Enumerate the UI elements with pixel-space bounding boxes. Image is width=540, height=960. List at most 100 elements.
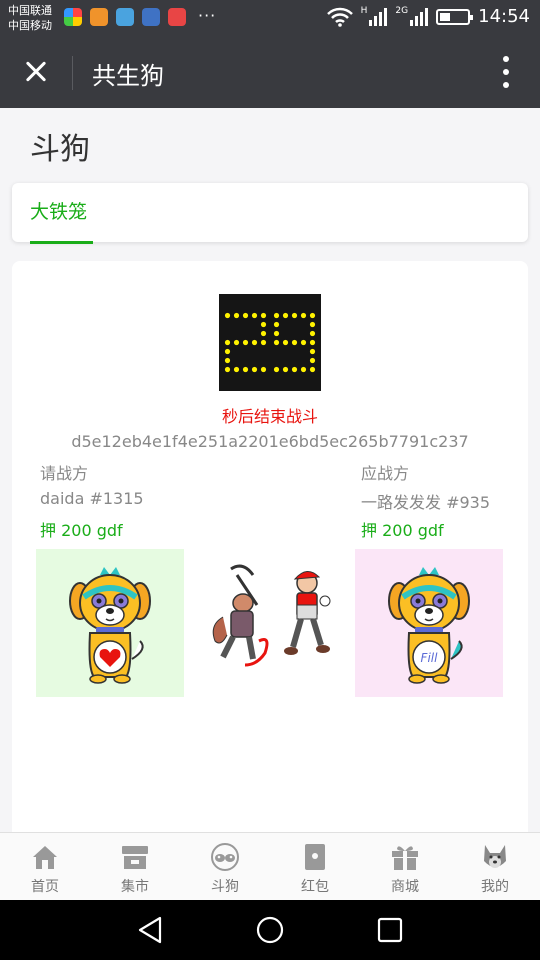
recent-apps-icon[interactable] bbox=[375, 915, 405, 945]
countdown-dot bbox=[242, 312, 249, 319]
menu-dot bbox=[503, 56, 509, 62]
countdown-dot bbox=[300, 312, 307, 319]
countdown-dot bbox=[309, 366, 316, 373]
countdown-timer bbox=[219, 294, 321, 391]
countdown-dot bbox=[291, 366, 298, 373]
countdown-display bbox=[224, 312, 316, 373]
countdown-dot bbox=[291, 339, 298, 346]
nav-market[interactable]: 集市 bbox=[90, 833, 180, 900]
signal-icon-2 bbox=[410, 7, 429, 26]
gift-icon bbox=[392, 846, 418, 870]
nav-mine[interactable]: 我的 bbox=[450, 833, 540, 900]
countdown-dot bbox=[291, 312, 298, 319]
countdown-dot bbox=[282, 312, 289, 319]
countdown-dot bbox=[273, 321, 280, 328]
countdown-dot bbox=[251, 339, 258, 346]
more-notifications: ··· bbox=[198, 6, 217, 25]
countdown-dot bbox=[224, 339, 231, 346]
countdown-dot bbox=[260, 330, 267, 337]
challenger-role: 请战方 bbox=[40, 464, 89, 483]
battle-card: 秒后结束战斗 d5e12eb4e1f4e251a2201e6bd5ec265b7… bbox=[12, 261, 528, 841]
status-bar: 中国联通 中国移动 ··· H 2G 14:54 bbox=[0, 0, 540, 36]
shield-app-icon bbox=[142, 8, 160, 26]
carrier-1: 中国联通 bbox=[8, 4, 52, 17]
title-bar: 共生狗 bbox=[0, 36, 540, 108]
countdown-dot bbox=[309, 348, 316, 355]
carrier-2: 中国移动 bbox=[8, 19, 52, 32]
alert-app-icon bbox=[168, 8, 186, 26]
dog-avatar-image: Fill bbox=[388, 567, 470, 684]
countdown-dot bbox=[273, 366, 280, 373]
countdown-dot bbox=[282, 339, 289, 346]
carrier-info: 中国联通 中国移动 bbox=[8, 3, 52, 33]
challenger-dog[interactable] bbox=[36, 549, 184, 697]
more-menu-button[interactable] bbox=[502, 56, 510, 88]
countdown-dot bbox=[233, 366, 240, 373]
status-indicators: H 2G 14:54 bbox=[326, 5, 530, 27]
battle-hash: d5e12eb4e1f4e251a2201e6bd5ec265b7791c237 bbox=[71, 432, 469, 451]
nav-home[interactable]: 首页 bbox=[0, 833, 90, 900]
countdown-dot bbox=[300, 366, 307, 373]
fighters-image bbox=[212, 564, 331, 667]
countdown-dot bbox=[233, 339, 240, 346]
countdown-dot bbox=[260, 321, 267, 328]
battle-animation bbox=[209, 561, 341, 676]
red-packet-icon bbox=[305, 844, 325, 870]
notification-icons bbox=[64, 8, 186, 26]
circle-app-icon bbox=[116, 8, 134, 26]
battle-end-text: 秒后结束战斗 bbox=[221, 407, 318, 426]
battery-icon bbox=[436, 8, 474, 25]
countdown-dot bbox=[309, 339, 316, 346]
clock: 14:54 bbox=[478, 6, 530, 27]
tab-active-indicator bbox=[30, 241, 93, 244]
countdown-dot bbox=[224, 366, 231, 373]
nav-label: 集市 bbox=[121, 879, 149, 895]
menu-dot bbox=[503, 82, 509, 88]
close-button[interactable] bbox=[18, 54, 54, 90]
countdown-dot bbox=[300, 339, 307, 346]
dog-fight-icon bbox=[211, 843, 239, 871]
page-title: 共生狗 bbox=[92, 62, 164, 90]
defender-bet: 押 200 gdf bbox=[361, 521, 444, 540]
countdown-dot bbox=[233, 312, 240, 319]
countdown-digit bbox=[224, 312, 267, 373]
back-icon[interactable] bbox=[136, 915, 166, 945]
shirt-text: Fill bbox=[421, 651, 439, 665]
countdown-dot bbox=[309, 321, 316, 328]
countdown-dot bbox=[273, 312, 280, 319]
nav-dog-fight[interactable]: 斗狗 bbox=[180, 833, 270, 900]
countdown-dot bbox=[251, 366, 258, 373]
nav-shop[interactable]: 商城 bbox=[360, 833, 450, 900]
network-type-1: H bbox=[360, 5, 368, 16]
nav-label: 首页 bbox=[31, 879, 59, 895]
nav-label: 商城 bbox=[391, 879, 419, 895]
home-circle-icon[interactable] bbox=[255, 915, 285, 945]
countdown-dot bbox=[224, 312, 231, 319]
defender-dog[interactable]: Fill bbox=[355, 549, 503, 697]
countdown-dot bbox=[309, 312, 316, 319]
tab-big-cage[interactable]: 大铁笼 bbox=[30, 197, 87, 224]
countdown-dot bbox=[309, 357, 316, 364]
countdown-dot bbox=[260, 312, 267, 319]
countdown-dot bbox=[224, 357, 231, 364]
countdown-dot bbox=[260, 339, 267, 346]
menu-dot bbox=[503, 69, 509, 75]
nav-label: 斗狗 bbox=[211, 879, 239, 895]
section-heading: 斗狗 bbox=[30, 132, 90, 167]
bottom-nav: 首页 集市 斗狗 红包 商城 我的 bbox=[0, 832, 540, 900]
dog-avatar-image bbox=[69, 567, 151, 684]
nav-label: 我的 bbox=[481, 879, 509, 895]
nav-red-packet[interactable]: 红包 bbox=[270, 833, 360, 900]
challenger-name: daida #1315 bbox=[40, 489, 144, 508]
system-nav-bar bbox=[0, 900, 540, 960]
countdown-digit bbox=[273, 312, 316, 373]
title-divider bbox=[72, 56, 73, 90]
home-icon bbox=[33, 846, 57, 869]
countdown-dot bbox=[242, 339, 249, 346]
market-icon bbox=[122, 846, 148, 869]
dog-avatar-icon bbox=[484, 845, 506, 868]
countdown-dot bbox=[273, 330, 280, 337]
network-type-2: 2G bbox=[395, 5, 409, 16]
countdown-dot bbox=[282, 366, 289, 373]
countdown-dot bbox=[260, 366, 267, 373]
